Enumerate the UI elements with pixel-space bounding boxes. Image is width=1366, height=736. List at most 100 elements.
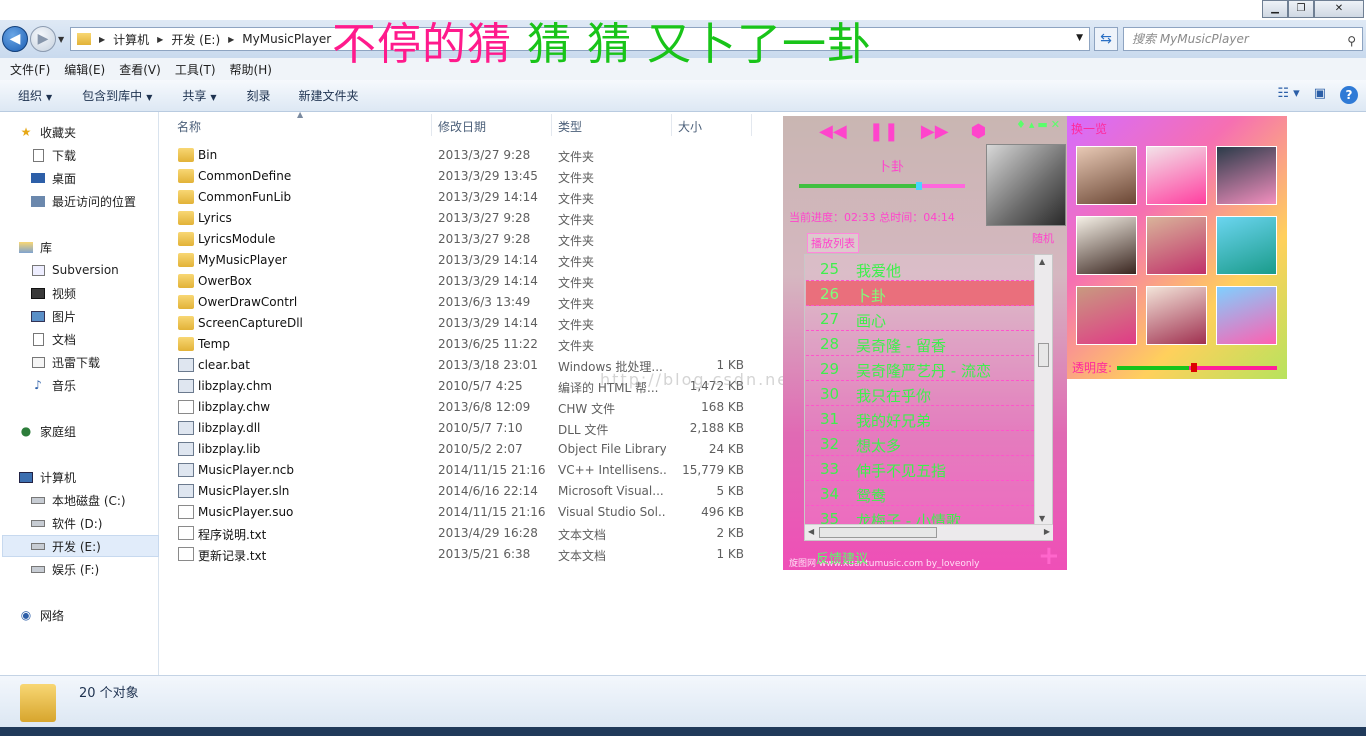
playlist-item[interactable]: 33 伸手不见五指 (806, 456, 1034, 481)
skin-thumb-2[interactable] (1146, 146, 1207, 205)
scrollbar-thumb[interactable] (1038, 343, 1049, 367)
file-row[interactable]: libzplay.chw 2013/6/8 12:09 CHW 文件 168 KB (174, 397, 774, 418)
file-type: 文件夹 (558, 297, 595, 311)
nav-computer[interactable]: 计算机 (18, 466, 175, 488)
playlist-item[interactable]: 30 我只在乎你 (806, 381, 1034, 406)
maximize-button[interactable]: ❐ (1288, 0, 1314, 18)
skin-thumb-4[interactable] (1076, 216, 1137, 275)
new-folder-button[interactable]: 新建文件夹 (299, 87, 359, 104)
hscrollbar-thumb[interactable] (819, 527, 937, 538)
file-row[interactable]: CommonDefine 2013/3/29 13:45 文件夹 (174, 166, 774, 187)
transparency-knob[interactable] (1191, 363, 1197, 372)
skin-icon[interactable]: ♦ (1016, 118, 1029, 131)
next-icon[interactable]: ▶▶ (921, 121, 949, 142)
history-dropdown-icon[interactable]: ▼ (58, 35, 64, 44)
file-row[interactable]: OwerDrawContrl 2013/6/3 13:49 文件夹 (174, 292, 774, 313)
playlist-item[interactable]: 26 卜卦 (806, 281, 1034, 306)
nav-network[interactable]: ◉ 网络 (18, 604, 175, 626)
back-button[interactable]: ◀ (2, 26, 28, 52)
address-dropdown-icon[interactable]: ▼ (1076, 33, 1083, 43)
nav-libraries[interactable]: 库 (18, 236, 175, 258)
burn-button[interactable]: 刻录 (247, 87, 271, 104)
file-name: MusicPlayer.suo (198, 505, 294, 519)
file-row[interactable]: MusicPlayer.suo 2014/11/15 21:16 Visual St… (174, 502, 774, 523)
nav-drive-e[interactable]: 开发 (E:) (2, 535, 159, 557)
file-row[interactable]: CommonFunLib 2013/3/29 14:14 文件夹 (174, 187, 774, 208)
file-date: 2013/3/27 9:28 (438, 232, 531, 246)
menu-edit[interactable]: 编辑(E) (64, 61, 105, 78)
breadcrumb-computer[interactable]: 计算机 (113, 31, 149, 48)
file-row[interactable]: 更新记录.txt 2013/5/21 6:38 文本文档 1 KB (174, 544, 774, 565)
file-row[interactable]: MyMusicPlayer 2013/3/29 14:14 文件夹 (174, 250, 774, 271)
skin-thumb-9[interactable] (1216, 286, 1277, 345)
forward-button[interactable]: ▶ (30, 26, 56, 52)
preview-pane-icon[interactable]: ▣ (1314, 86, 1326, 104)
scroll-left-icon[interactable]: ◀ (808, 527, 814, 536)
add-song-icon[interactable]: + (1038, 541, 1060, 570)
file-row[interactable]: MusicPlayer.sln 2014/6/16 22:14 Microsoft … (174, 481, 774, 502)
scroll-up-icon[interactable]: ▲ (1039, 257, 1045, 266)
playlist-scrollbar[interactable]: ▲ ▼ (1034, 255, 1052, 525)
share-button[interactable]: 共享 ▼ (182, 87, 216, 104)
shuffle-button[interactable]: 随机 (1032, 230, 1054, 246)
stop-icon[interactable]: ⬢ (971, 121, 987, 142)
menu-tools[interactable]: 工具(T) (175, 61, 216, 78)
progress-knob[interactable] (915, 182, 922, 190)
column-size[interactable]: 大小 (678, 118, 702, 135)
breadcrumb-drive[interactable]: 开发 (E:) (171, 31, 220, 48)
file-row[interactable]: 程序说明.txt 2013/4/29 16:28 文本文档 2 KB (174, 523, 774, 544)
playlist-item[interactable]: 29 吴奇隆严艺丹 - 流恋 (806, 356, 1034, 381)
close-button[interactable]: ✕ (1314, 0, 1364, 18)
transparency-slider[interactable] (1117, 366, 1277, 370)
playlist-item[interactable]: 27 画心 (806, 306, 1034, 331)
column-type[interactable]: 类型 (558, 118, 582, 135)
scroll-right-icon[interactable]: ▶ (1044, 527, 1050, 536)
include-library-button[interactable]: 包含到库中 ▼ (82, 87, 152, 104)
playlist-item[interactable]: 34 鸳鸯 (806, 481, 1034, 506)
close-icon[interactable]: ✕ (1051, 118, 1063, 131)
help-icon[interactable]: ? (1340, 86, 1358, 104)
search-input[interactable]: 搜索 MyMusicPlayer ⚲ (1123, 27, 1363, 51)
skin-thumb-8[interactable] (1146, 286, 1207, 345)
view-options-icon[interactable]: ☷ ▾ (1277, 86, 1299, 104)
refresh-button[interactable]: ⇆ (1094, 27, 1118, 51)
file-row[interactable]: OwerBox 2013/3/29 14:14 文件夹 (174, 271, 774, 292)
progress-slider[interactable] (799, 182, 965, 190)
scroll-down-icon[interactable]: ▼ (1039, 514, 1045, 523)
column-date[interactable]: 修改日期 (438, 118, 486, 135)
file-type: 文件夹 (558, 213, 595, 227)
nav-homegroup[interactable]: ● 家庭组 (18, 420, 175, 442)
feedback-link[interactable]: 反馈建议 (816, 548, 868, 567)
skin-thumb-7[interactable] (1076, 286, 1137, 345)
playlist-item[interactable]: 31 我的好兄弟 (806, 406, 1034, 431)
file-row[interactable]: MusicPlayer.ncb 2014/11/15 21:16 VC++ Inte… (174, 460, 774, 481)
skin-thumb-3[interactable] (1216, 146, 1277, 205)
file-row[interactable]: Temp 2013/6/25 11:22 文件夹 (174, 334, 774, 355)
breadcrumb-folder[interactable]: MyMusicPlayer (242, 32, 331, 46)
file-row[interactable]: Bin 2013/3/27 9:28 文件夹 (174, 145, 774, 166)
playlist-tab[interactable]: 播放列表 (807, 233, 859, 253)
skin-thumb-5[interactable] (1146, 216, 1207, 275)
restore-icon[interactable]: ▬ (1037, 118, 1050, 131)
nav-favorites[interactable]: ★ 收藏夹 (18, 121, 175, 143)
organize-button[interactable]: 组织 ▼ (18, 87, 52, 104)
file-row[interactable]: libzplay.dll 2010/5/7 7:10 DLL 文件 2,188 KB (174, 418, 774, 439)
playlist-item[interactable]: 25 我爱他 (806, 256, 1034, 281)
search-icon[interactable]: ⚲ (1347, 30, 1356, 52)
playlist-item[interactable]: 32 想太多 (806, 431, 1034, 456)
menu-file[interactable]: 文件(F) (10, 61, 50, 78)
column-name[interactable]: 名称 (177, 118, 201, 135)
skin-thumb-6[interactable] (1216, 216, 1277, 275)
playlist-hscrollbar[interactable]: ◀ ▶ (805, 524, 1053, 540)
file-row[interactable]: libzplay.lib 2010/5/2 2:07 Object File Lib… (174, 439, 774, 460)
pause-icon[interactable]: ❚❚ (869, 121, 899, 142)
file-row[interactable]: LyricsModule 2013/3/27 9:28 文件夹 (174, 229, 774, 250)
menu-view[interactable]: 查看(V) (119, 61, 161, 78)
playlist-item[interactable]: 28 吴奇隆 - 留香 (806, 331, 1034, 356)
minimize-button[interactable]: ▁ (1262, 0, 1288, 18)
previous-icon[interactable]: ◀◀ (819, 121, 847, 142)
menu-help[interactable]: 帮助(H) (230, 61, 272, 78)
skin-thumb-1[interactable] (1076, 146, 1137, 205)
file-row[interactable]: Lyrics 2013/3/27 9:28 文件夹 (174, 208, 774, 229)
file-row[interactable]: ScreenCaptureDll 2013/3/29 14:14 文件夹 (174, 313, 774, 334)
